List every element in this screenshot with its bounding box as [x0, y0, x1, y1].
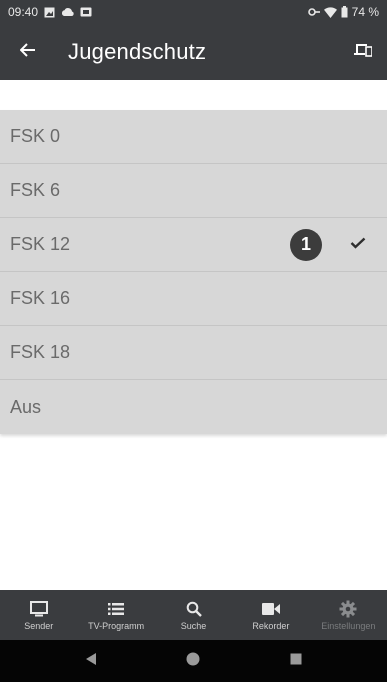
option-label: FSK 0: [10, 126, 61, 146]
nav-sender[interactable]: Sender: [0, 590, 77, 640]
cloud-notification-icon: [61, 7, 74, 17]
fsk-option-list: FSK 0 FSK 6 FSK 12 1 FSK 16 FSK 18 Aus: [0, 110, 387, 434]
nav-label: Einstellungen: [321, 621, 376, 631]
option-fsk-12[interactable]: FSK 12 1: [0, 218, 387, 272]
recorder-icon: [261, 599, 280, 619]
tv-icon: [29, 599, 48, 619]
app-bar: Jugendschutz: [0, 24, 387, 80]
nav-label: Suche: [180, 621, 207, 631]
image-notification-icon: [44, 7, 55, 18]
cast-device-icon: [354, 43, 373, 62]
home-circle-icon: [186, 652, 200, 671]
back-arrow-icon: [19, 42, 36, 62]
nav-suche[interactable]: Suche: [155, 590, 232, 640]
battery-icon: [341, 6, 348, 18]
bottom-navigation: Sender TV-Programm Suche Rekorder Einste…: [0, 590, 387, 640]
recents-square-icon: [290, 652, 302, 670]
search-icon: [186, 599, 202, 619]
option-aus[interactable]: Aus: [0, 380, 387, 434]
option-label: FSK 6: [10, 180, 61, 200]
page-title: Jugendschutz: [68, 39, 207, 64]
system-home-button[interactable]: [173, 641, 213, 681]
cast-button[interactable]: [339, 24, 387, 80]
nav-label: TV-Programm: [88, 621, 145, 631]
checkmark-icon: [350, 236, 366, 254]
option-fsk-16[interactable]: FSK 16: [0, 272, 387, 326]
gear-icon: [339, 599, 357, 619]
back-button[interactable]: [0, 24, 56, 80]
wifi-icon: [323, 6, 337, 18]
list-icon: [108, 599, 125, 619]
option-label: FSK 18: [10, 342, 71, 362]
nav-label: Rekorder: [252, 621, 290, 631]
status-bar: 09:40 74 %: [0, 0, 387, 24]
vpn-key-icon: [307, 7, 320, 17]
nav-rekorder[interactable]: Rekorder: [232, 590, 309, 640]
option-fsk-6[interactable]: FSK 6: [0, 164, 387, 218]
system-navigation-bar: [0, 640, 387, 682]
battery-percentage: 74 %: [351, 5, 379, 19]
annotation-badge: 1: [290, 228, 322, 261]
back-triangle-icon: [85, 652, 97, 671]
system-back-button[interactable]: [71, 641, 111, 681]
system-recents-button[interactable]: [276, 641, 316, 681]
nav-label: Sender: [24, 621, 54, 631]
message-notification-icon: [80, 7, 92, 17]
nav-tv-programm[interactable]: TV-Programm: [77, 590, 154, 640]
option-fsk-0[interactable]: FSK 0: [0, 110, 387, 164]
option-label: Aus: [10, 396, 42, 417]
option-label: FSK 16: [10, 288, 71, 308]
nav-einstellungen[interactable]: Einstellungen: [310, 590, 387, 640]
option-label: FSK 12: [10, 234, 71, 254]
option-fsk-18[interactable]: FSK 18: [0, 326, 387, 380]
status-time: 09:40: [8, 5, 39, 19]
content-area: FSK 0 FSK 6 FSK 12 1 FSK 16 FSK 18 Aus: [0, 80, 387, 590]
